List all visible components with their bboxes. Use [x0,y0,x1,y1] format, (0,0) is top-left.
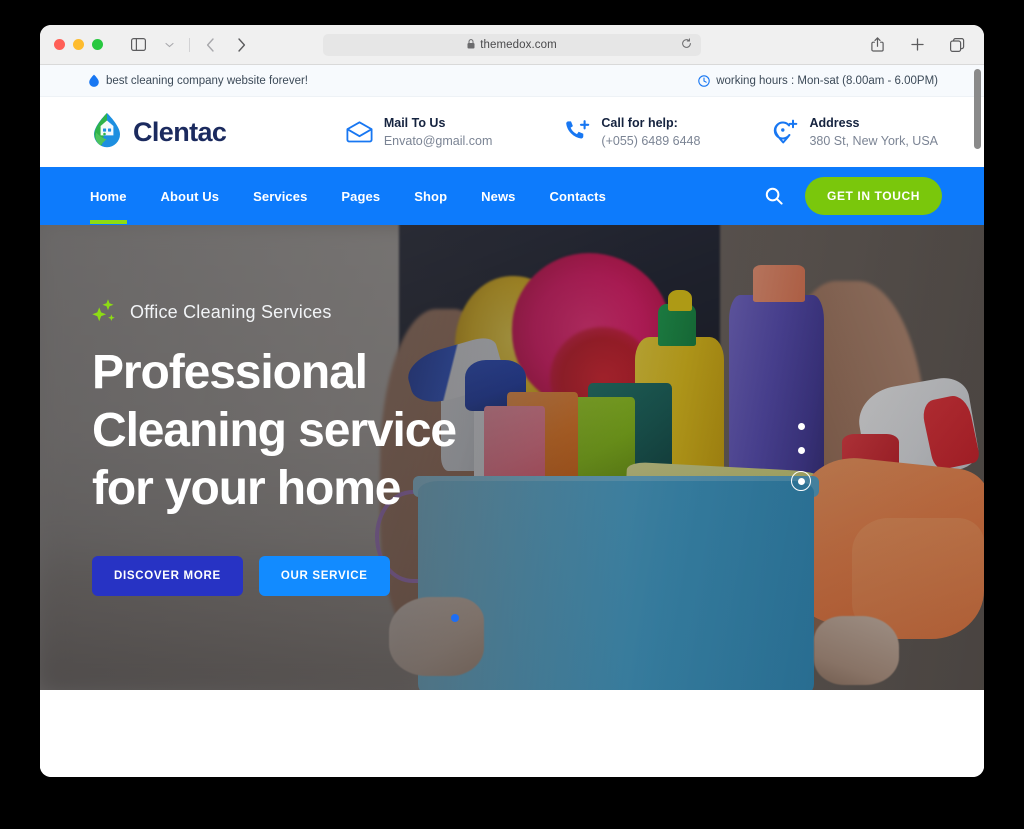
discover-more-button[interactable]: DISCOVER MORE [92,556,243,597]
nav-item-contacts[interactable]: Contacts [550,170,606,223]
get-in-touch-button[interactable]: GET IN TOUCH [805,177,942,215]
nav-item-news[interactable]: News [481,170,515,223]
envelope-icon [346,121,373,143]
page-scrollbar[interactable] [974,69,981,773]
contact-phone-title: Call for help: [601,115,678,130]
contact-address-text: Address 380 St, New York, USA [809,114,938,150]
contact-address[interactable]: Address 380 St, New York, USA [772,114,938,150]
share-icon[interactable] [864,33,890,57]
lock-icon [467,38,475,51]
announcement-bar: best cleaning company website forever! w… [40,65,984,97]
contact-mail-title: Mail To Us [383,115,446,130]
nav-item-pages[interactable]: Pages [341,170,380,223]
back-arrow-icon[interactable] [197,33,223,57]
toolbar-right-icons [864,33,970,57]
contact-mail[interactable]: Mail To Us Envato@gmail.com [346,114,493,150]
nav-item-home[interactable]: Home [90,170,127,224]
scrollbar-thumb[interactable] [974,69,981,149]
hero-slider-pagination [791,423,811,491]
map-pin-plus-icon [772,119,798,145]
browser-window: themedox.com best cleaning company websi… [40,25,984,777]
hero-title-line-2: Cleaning service [92,404,457,458]
browser-toolbar: themedox.com [40,25,984,65]
nav-item-services[interactable]: Services [253,170,307,223]
search-icon[interactable] [765,187,783,205]
brand-name: Clentac [133,116,227,147]
contact-mail-value: Envato@gmail.com [383,134,493,148]
reload-icon[interactable] [681,37,692,52]
brand-logo[interactable]: Clentac [90,112,227,153]
page-viewport: best cleaning company website forever! w… [40,65,984,777]
site-header: Clentac Mail To Us Envato@gmail.com Call… [40,97,984,167]
droplet-icon [88,74,100,87]
main-navigation: Home About Us Services Pages Shop News C… [40,167,984,225]
below-fold-section [40,690,984,770]
chevron-down-icon[interactable] [156,33,182,57]
nav-right-group: GET IN TOUCH [765,177,942,215]
sidebar-toggle-icon[interactable] [125,33,151,57]
announcement-left: best cleaning company website forever! [88,74,308,87]
header-contact-group: Mail To Us Envato@gmail.com Call for hel… [346,114,938,150]
slider-dot-2[interactable] [797,447,805,454]
nav-item-about-us[interactable]: About Us [161,170,220,223]
hero-eyebrow-text: Office Cleaning Services [130,302,332,322]
slider-dot-1[interactable] [797,423,805,430]
contact-phone[interactable]: Call for help: (+055) 6489 6448 [564,114,700,150]
toolbar-left-icons [125,33,254,57]
window-controls [54,39,103,50]
sparkle-icon [92,297,118,328]
toolbar-divider [189,37,190,52]
hero-title-line-3: for your home [92,462,401,516]
announcement-left-text: best cleaning company website forever! [106,74,308,87]
announcement-right: working hours : Mon-sat (8.00am - 6.00PM… [698,75,938,87]
url-text: themedox.com [480,38,557,51]
hero-section: Office Cleaning Services Professional Cl… [40,225,984,690]
nav-item-shop[interactable]: Shop [414,170,447,223]
our-service-button[interactable]: OUR SERVICE [258,556,390,597]
nav-links: Home About Us Services Pages Shop News C… [90,170,606,224]
clentac-droplet-house-logo [90,112,124,153]
hero-accent-dot [451,614,459,622]
contact-address-title: Address [809,115,860,130]
hero-title: Professional Cleaning service for your h… [92,344,984,518]
announcement-right-text: working hours : Mon-sat (8.00am - 6.00PM… [716,74,938,87]
hero-title-line-1: Professional [92,346,368,399]
contact-address-value: 380 St, New York, USA [809,134,938,148]
close-window-button[interactable] [54,39,65,50]
clock-icon [698,74,710,87]
hero-eyebrow: Office Cleaning Services [92,297,984,328]
plus-icon[interactable] [904,33,930,57]
hero-content: Office Cleaning Services Professional Cl… [40,225,984,597]
forward-arrow-icon[interactable] [228,33,254,57]
contact-mail-text: Mail To Us Envato@gmail.com [384,114,493,150]
maximize-window-button[interactable] [92,39,103,50]
contact-phone-text: Call for help: (+055) 6489 6448 [601,114,700,150]
phone-plus-icon [564,120,590,144]
tab-overview-icon[interactable] [944,33,970,57]
contact-phone-value: (+055) 6489 6448 [601,134,701,148]
address-bar[interactable]: themedox.com [323,33,701,56]
slider-dot-3-active[interactable] [791,471,811,491]
minimize-window-button[interactable] [73,39,84,50]
hero-buttons: DISCOVER MORE OUR SERVICE [92,556,984,597]
